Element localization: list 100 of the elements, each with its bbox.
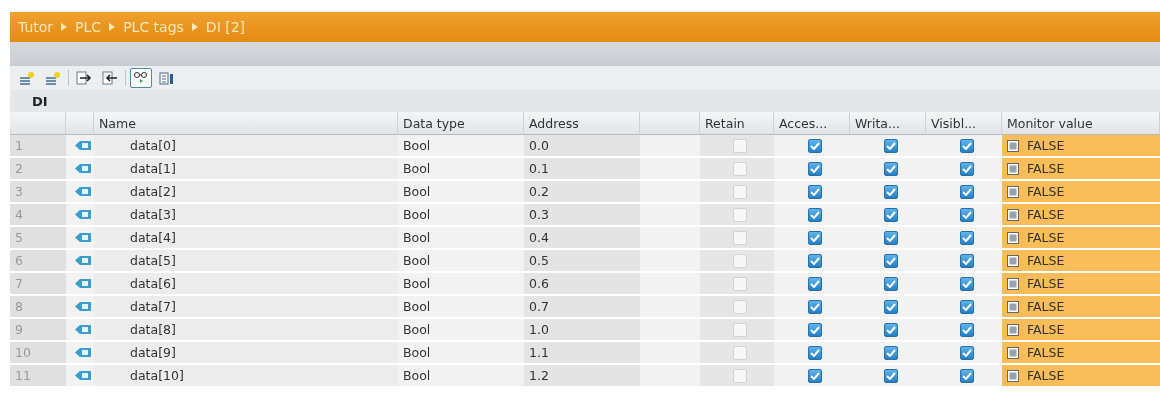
data-type: Bool bbox=[398, 158, 524, 181]
monitor-value: FALSE bbox=[1027, 184, 1065, 199]
accessible-checkbox[interactable] bbox=[807, 299, 822, 314]
column-header[interactable]: Acces... bbox=[774, 112, 850, 135]
retain-checkbox[interactable] bbox=[732, 322, 747, 337]
tag-name[interactable]: data[5] bbox=[94, 250, 398, 273]
tag-name[interactable]: data[0] bbox=[94, 135, 398, 158]
writable-checkbox[interactable] bbox=[883, 299, 898, 314]
row-number: 2 bbox=[10, 158, 66, 181]
tag-name[interactable]: data[10] bbox=[94, 365, 398, 388]
visible-checkbox[interactable] bbox=[959, 207, 974, 222]
tag-name[interactable]: data[7] bbox=[94, 296, 398, 319]
tag-icon bbox=[74, 278, 91, 289]
accessible-checkbox[interactable] bbox=[807, 230, 822, 245]
retain-checkbox[interactable] bbox=[732, 138, 747, 153]
writable-checkbox[interactable] bbox=[883, 230, 898, 245]
accessible-checkbox[interactable] bbox=[807, 138, 822, 153]
data-type: Bool bbox=[398, 296, 524, 319]
column-header[interactable]: Writa... bbox=[850, 112, 926, 135]
import-icon bbox=[102, 71, 118, 85]
row-number: 5 bbox=[10, 227, 66, 250]
accessible-checkbox[interactable] bbox=[807, 253, 822, 268]
accessible-checkbox[interactable] bbox=[807, 322, 822, 337]
visible-checkbox[interactable] bbox=[959, 161, 974, 176]
glasses-icon bbox=[133, 71, 149, 85]
visible-checkbox[interactable] bbox=[959, 184, 974, 199]
data-type: Bool bbox=[398, 181, 524, 204]
accessible-checkbox[interactable] bbox=[807, 207, 822, 222]
tag-name[interactable]: data[4] bbox=[94, 227, 398, 250]
visible-checkbox[interactable] bbox=[959, 138, 974, 153]
retain-checkbox[interactable] bbox=[732, 299, 747, 314]
tag-icon bbox=[74, 347, 91, 358]
writable-checkbox[interactable] bbox=[883, 345, 898, 360]
retain-checkbox[interactable] bbox=[732, 230, 747, 245]
toolbar-button[interactable] bbox=[130, 68, 152, 88]
accessible-checkbox[interactable] bbox=[807, 276, 822, 291]
tag-name[interactable]: data[9] bbox=[94, 342, 398, 365]
bit-state-icon bbox=[1007, 346, 1019, 359]
row-number: 11 bbox=[10, 365, 66, 388]
visible-checkbox[interactable] bbox=[959, 345, 974, 360]
visible-checkbox[interactable] bbox=[959, 368, 974, 383]
accessible-checkbox[interactable] bbox=[807, 161, 822, 176]
writable-checkbox[interactable] bbox=[883, 322, 898, 337]
data-type: Bool bbox=[398, 227, 524, 250]
writable-checkbox[interactable] bbox=[883, 253, 898, 268]
visible-checkbox[interactable] bbox=[959, 230, 974, 245]
bit-state-icon bbox=[1007, 208, 1019, 221]
address: 0.3 bbox=[524, 204, 640, 227]
tag-name[interactable]: data[8] bbox=[94, 319, 398, 342]
accessible-checkbox[interactable] bbox=[807, 345, 822, 360]
retain-checkbox[interactable] bbox=[732, 368, 747, 383]
bit-state-icon bbox=[1007, 139, 1019, 152]
address: 0.0 bbox=[524, 135, 640, 158]
visible-checkbox[interactable] bbox=[959, 299, 974, 314]
add-rows-icon bbox=[19, 71, 35, 85]
bit-state-icon bbox=[1007, 300, 1019, 313]
data-type: Bool bbox=[398, 342, 524, 365]
writable-checkbox[interactable] bbox=[883, 368, 898, 383]
visible-checkbox[interactable] bbox=[959, 276, 974, 291]
monitor-value: FALSE bbox=[1027, 276, 1065, 291]
retain-checkbox[interactable] bbox=[732, 345, 747, 360]
retain-checkbox[interactable] bbox=[732, 161, 747, 176]
column-header[interactable]: Data type bbox=[398, 112, 524, 135]
tag-name[interactable]: data[6] bbox=[94, 273, 398, 296]
column-header[interactable]: Retain bbox=[700, 112, 774, 135]
column-header[interactable]: Address bbox=[524, 112, 640, 135]
data-type: Bool bbox=[398, 135, 524, 158]
bit-state-icon bbox=[1007, 323, 1019, 336]
visible-checkbox[interactable] bbox=[959, 322, 974, 337]
bit-state-icon bbox=[1007, 162, 1019, 175]
tag-icon bbox=[74, 255, 91, 266]
accessible-checkbox[interactable] bbox=[807, 368, 822, 383]
tag-name[interactable]: data[1] bbox=[94, 158, 398, 181]
tag-name[interactable]: data[2] bbox=[94, 181, 398, 204]
retain-checkbox[interactable] bbox=[732, 184, 747, 199]
tag-icon bbox=[74, 301, 91, 312]
tag-icon bbox=[74, 370, 91, 381]
writable-checkbox[interactable] bbox=[883, 161, 898, 176]
row-number: 7 bbox=[10, 273, 66, 296]
writable-checkbox[interactable] bbox=[883, 207, 898, 222]
writable-checkbox[interactable] bbox=[883, 276, 898, 291]
row-number: 3 bbox=[10, 181, 66, 204]
accessible-checkbox[interactable] bbox=[807, 184, 822, 199]
retain-checkbox[interactable] bbox=[732, 207, 747, 222]
properties-icon bbox=[159, 71, 175, 85]
monitor-value: FALSE bbox=[1027, 207, 1065, 222]
monitor-value: FALSE bbox=[1027, 230, 1065, 245]
tag-icon bbox=[74, 209, 91, 220]
visible-checkbox[interactable] bbox=[959, 253, 974, 268]
column-header[interactable]: Monitor value bbox=[1002, 112, 1160, 135]
column-header[interactable]: Name bbox=[94, 112, 398, 135]
retain-checkbox[interactable] bbox=[732, 276, 747, 291]
retain-checkbox[interactable] bbox=[732, 253, 747, 268]
column-header[interactable]: Visibl... bbox=[926, 112, 1002, 135]
tag-name[interactable]: data[3] bbox=[94, 204, 398, 227]
data-type: Bool bbox=[398, 273, 524, 296]
data-type: Bool bbox=[398, 365, 524, 388]
writable-checkbox[interactable] bbox=[883, 138, 898, 153]
writable-checkbox[interactable] bbox=[883, 184, 898, 199]
header-cell bbox=[640, 112, 700, 135]
